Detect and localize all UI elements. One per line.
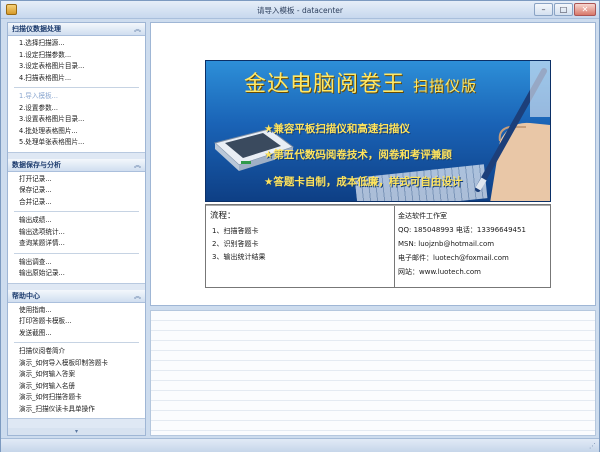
collapse-chevron-icon[interactable]: ︽	[134, 23, 141, 36]
menu-item-merge-record[interactable]: 合并记录...	[8, 197, 145, 209]
hand-pen-illustration	[475, 61, 550, 201]
group-title: 帮助中心	[12, 291, 40, 300]
contact-cell: 金达软件工作室 QQ: 185048993 电话：13396649451 MSN…	[396, 205, 550, 287]
menu-item-scan-params[interactable]: 1.设定扫描参数...	[8, 50, 145, 62]
collapse-chevron-icon[interactable]: ︽	[134, 159, 141, 172]
app-window: 请导入模板 - datacenter – □ ✕ 扫描仪数据处理 ︽ 1.选择扫…	[0, 0, 600, 452]
resize-grip-icon[interactable]: ⋰	[589, 442, 596, 450]
menu-item-print-template[interactable]: 打印答题卡模板...	[8, 316, 145, 328]
banner-title: 金达电脑阅卷王 扫描仪版	[244, 66, 477, 98]
banner-feature-2: ★第五代数码阅卷技术，阅卷和考评兼顾	[264, 149, 452, 161]
contact-website: 网站：www.luotech.com	[398, 268, 481, 276]
menu-item-export-survey[interactable]: 输出调查...	[8, 257, 145, 269]
workflow-step: 3、输出统计结果	[212, 253, 266, 261]
banner-feature-3: ★答题卡自制，成本低廉，样式可自由设计	[264, 176, 463, 188]
menu-item-set-params[interactable]: 2.设置参数...	[8, 103, 145, 115]
divider	[14, 87, 139, 88]
workflow-step: 2、识别答题卡	[212, 240, 259, 248]
group-body-scanner: 1.选择扫描源... 1.设定扫描参数... 3.设定表格图片目录... 4.扫…	[8, 36, 145, 153]
banner-title-main: 金达电脑阅卷王	[244, 72, 406, 97]
workflow-title: 流程：	[210, 211, 236, 221]
menu-item-intro[interactable]: 扫描仪阅卷简介	[8, 346, 145, 358]
status-bar: ⋰	[1, 438, 599, 452]
close-button[interactable]: ✕	[574, 3, 596, 16]
menu-item-query-question[interactable]: 查询某题详情...	[8, 238, 145, 250]
workflow-cell: 流程： 1、扫描答题卡 2、识别答题卡 3、输出统计结果	[206, 205, 395, 287]
menu-item-user-guide[interactable]: 使用指南...	[8, 305, 145, 317]
divider	[206, 205, 550, 206]
divider	[14, 211, 139, 212]
menu-item-export-raw[interactable]: 输出原始记录...	[8, 268, 145, 280]
log-panel	[150, 310, 596, 436]
group-title: 扫描仪数据处理	[12, 25, 61, 33]
task-sidebar: 扫描仪数据处理 ︽ 1.选择扫描源... 1.设定扫描参数... 3.设定表格图…	[7, 22, 146, 436]
minimize-button[interactable]: –	[534, 3, 553, 16]
scroll-down-icon[interactable]: ▾	[8, 428, 145, 435]
contact-email: 电子邮件：luotech@foxmail.com	[398, 254, 509, 262]
divider	[14, 252, 139, 254]
divider	[14, 342, 139, 343]
menu-item-single-process[interactable]: 5.处理单张表格图片...	[8, 137, 145, 149]
menu-item-save-record[interactable]: 保存记录...	[8, 185, 145, 197]
maximize-button[interactable]: □	[554, 3, 573, 16]
window-title: 请导入模板 - datacenter	[257, 6, 343, 15]
banner-title-suffix: 扫描仪版	[413, 77, 478, 95]
title-bar[interactable]: 请导入模板 - datacenter – □ ✕	[1, 1, 599, 19]
group-header-help[interactable]: 帮助中心 ︽	[8, 289, 145, 303]
menu-item-import-template[interactable]: 1.导入模板...	[8, 91, 145, 103]
collapse-chevron-icon[interactable]: ︽	[134, 290, 141, 303]
menu-item-send-screenshot[interactable]: 发送截图...	[8, 328, 145, 340]
menu-item-demo-import[interactable]: 演示_如何导入模板印制答题卡	[8, 358, 145, 370]
menu-item-export-scores[interactable]: 输出成绩...	[8, 215, 145, 227]
group-body-help: 使用指南... 打印答题卡模板... 发送截图... 扫描仪阅卷简介 演示_如何…	[8, 302, 145, 419]
info-table: 流程： 1、扫描答题卡 2、识别答题卡 3、输出统计结果 金达软件工作室 QQ:…	[205, 204, 551, 288]
contact-qq-phone: QQ: 185048993 电话：13396649451	[398, 226, 526, 234]
menu-item-demo-roster[interactable]: 演示_如何输入名册	[8, 381, 145, 393]
menu-item-scan-images[interactable]: 4.扫描表格图片...	[8, 73, 145, 85]
banner-feature-1: ★兼容平板扫描仪和高速扫描仪	[264, 123, 410, 135]
group-header-scanner[interactable]: 扫描仪数据处理 ︽	[8, 23, 145, 36]
group-body-data: 打开记录... 保存记录... 合并记录... 输出成绩... 输出选项统计..…	[8, 171, 145, 284]
group-header-data[interactable]: 数据保存与分析 ︽	[8, 158, 145, 172]
menu-item-option-stats[interactable]: 输出选项统计...	[8, 227, 145, 239]
main-content-panel: 金达电脑阅卷王 扫描仪版 ★兼容平板扫描仪和高速扫描仪 ★第五代数码阅卷技术，阅…	[150, 22, 596, 306]
menu-item-select-source[interactable]: 1.选择扫描源...	[8, 38, 145, 50]
menu-item-demo-scan[interactable]: 演示_如何扫描答题卡	[8, 392, 145, 404]
contact-msn: MSN: luojznb@hotmail.com	[398, 240, 495, 248]
menu-item-demo-answers[interactable]: 演示_如何输入答案	[8, 369, 145, 381]
group-title: 数据保存与分析	[12, 160, 61, 169]
menu-item-set-image-dir[interactable]: 3.设置表格图片目录...	[8, 114, 145, 126]
menu-item-batch-process[interactable]: 4.批处理表格图片...	[8, 126, 145, 138]
workflow-step: 1、扫描答题卡	[212, 227, 259, 235]
menu-item-image-dir[interactable]: 3.设定表格图片目录...	[8, 61, 145, 73]
product-banner: 金达电脑阅卷王 扫描仪版 ★兼容平板扫描仪和高速扫描仪 ★第五代数码阅卷技术，阅…	[205, 60, 551, 202]
menu-item-demo-simple[interactable]: 演示_扫描仪读卡具单操作	[8, 404, 145, 416]
studio-name: 金达软件工作室	[398, 212, 447, 220]
menu-item-open-record[interactable]: 打开记录...	[8, 174, 145, 186]
